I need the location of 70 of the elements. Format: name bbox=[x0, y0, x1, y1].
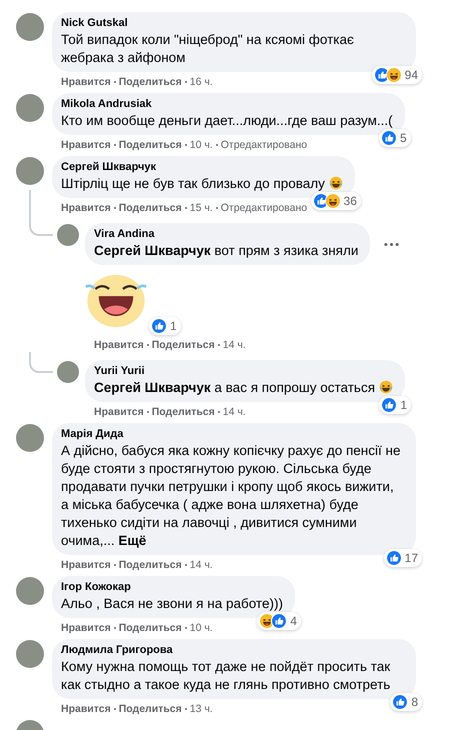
share-link[interactable]: Поделиться bbox=[152, 338, 215, 352]
comment-text: Штірліц ще не був так близько до провалу bbox=[61, 176, 325, 191]
timestamp[interactable]: 14 ч. bbox=[222, 405, 246, 419]
comment-text: Сергей Шкварчук а вас я попрошу остаться bbox=[94, 380, 376, 395]
comment-text: Той випадок коли "ніщеброд" на ксяомі фоткає жебрака з айфоном bbox=[61, 32, 354, 65]
reaction-count[interactable]: 36 bbox=[310, 192, 361, 210]
like-link[interactable]: Нравится bbox=[94, 338, 144, 352]
like-link[interactable]: Нравится bbox=[61, 621, 111, 635]
timestamp[interactable]: 10 ч. bbox=[190, 621, 213, 635]
avatar-image[interactable] bbox=[16, 424, 44, 452]
timestamp[interactable]: 15 ч. bbox=[190, 201, 213, 215]
laughing-sticker-drawing bbox=[85, 273, 147, 329]
like-link[interactable]: Нравится bbox=[61, 558, 111, 572]
comment-text: А дійсно, бабуся яка кожну копієчку рахує до пенсії не буде стояти з простягнутою рукою. Сільська буде продавати пучки петрушки і кропу щоб якось вижити, а міська бабусечка ( адже вона шляхетна) буде тихенько сидіти на лавочці , дивитися сумними очима,... Ещё bbox=[61, 443, 400, 548]
like-link[interactable]: Нравится bbox=[61, 702, 111, 716]
avatar-image[interactable] bbox=[16, 577, 44, 605]
timestamp[interactable]: 14 ч. bbox=[190, 558, 213, 572]
like-icon bbox=[392, 694, 408, 710]
laughing-emoji-icon bbox=[324, 193, 341, 209]
like-icon bbox=[386, 550, 402, 566]
avatar-image[interactable] bbox=[16, 13, 44, 41]
avatar-image[interactable] bbox=[16, 640, 44, 668]
like-icon bbox=[271, 613, 288, 629]
more-options-icon[interactable] bbox=[384, 242, 400, 246]
author-name[interactable]: Людмила Григорова bbox=[61, 643, 404, 658]
share-link[interactable]: Поделиться bbox=[118, 201, 182, 215]
author-name[interactable]: Марія Дида bbox=[61, 427, 404, 442]
like-link[interactable]: Нравится bbox=[61, 201, 111, 215]
avatar-image[interactable] bbox=[16, 94, 44, 122]
share-link[interactable]: Поделиться bbox=[152, 405, 215, 419]
timestamp[interactable]: 13 ч. bbox=[190, 702, 213, 716]
timestamp[interactable]: 16 ч. bbox=[190, 75, 213, 89]
see-more-link[interactable]: Ещё bbox=[118, 533, 146, 548]
avatar-image[interactable] bbox=[57, 361, 79, 383]
reaction-count[interactable]: 17 bbox=[384, 549, 422, 567]
reaction-count[interactable]: 8 bbox=[390, 693, 422, 711]
reaction-count[interactable]: 4 bbox=[257, 612, 301, 630]
share-link[interactable]: Поделиться bbox=[118, 138, 182, 152]
reaction-count[interactable]: 94 bbox=[372, 66, 422, 84]
laughing-emoji-icon bbox=[386, 67, 402, 83]
timestamp[interactable]: 10 ч. bbox=[190, 138, 213, 152]
reaction-count[interactable]: 1 bbox=[149, 317, 181, 335]
share-link[interactable]: Поделиться bbox=[118, 621, 182, 635]
avatar-image[interactable] bbox=[16, 157, 44, 185]
like-link[interactable]: Нравится bbox=[61, 75, 111, 89]
comment-text: Альо , Вася не звони я на работе))) bbox=[61, 596, 283, 611]
like-icon bbox=[380, 130, 397, 146]
reaction-count[interactable]: 1 bbox=[379, 396, 412, 414]
share-link[interactable]: Поделиться bbox=[118, 702, 182, 716]
like-icon bbox=[381, 397, 398, 413]
author-name[interactable]: Yurii Yurii bbox=[94, 364, 394, 379]
author-name[interactable]: Mikola Andrusiak bbox=[61, 97, 393, 112]
author-name[interactable]: Ігор Кожокар bbox=[61, 580, 283, 595]
timestamp[interactable]: 14 ч. bbox=[222, 338, 246, 352]
comment-text: Кто им вообще деньги дает...люди...где ваш разум...( bbox=[61, 113, 393, 128]
edited-label: Отредактировано bbox=[220, 138, 308, 152]
share-link[interactable]: Поделиться bbox=[118, 558, 182, 572]
comment-text: Сергей Шкварчук вот прям з язика зняли bbox=[94, 243, 358, 258]
avatar-image[interactable] bbox=[57, 224, 79, 246]
thread-line bbox=[29, 352, 53, 373]
author-name[interactable]: Nick Gutskal bbox=[61, 16, 404, 31]
share-link[interactable]: Поделиться bbox=[118, 75, 182, 89]
like-link[interactable]: Нравится bbox=[94, 405, 144, 419]
author-name[interactable]: Сергей Шкварчук bbox=[61, 160, 343, 175]
reaction-count[interactable]: 5 bbox=[378, 129, 411, 147]
author-name[interactable]: Vira Andina bbox=[94, 227, 358, 242]
like-icon bbox=[151, 318, 167, 334]
like-link[interactable]: Нравится bbox=[61, 138, 111, 152]
comment-text: Кому нужна помощь тот даже не пойдёт просить так как стыдно а такое куда не глянь противно смотреть bbox=[61, 659, 390, 692]
edited-label: Отредактировано bbox=[220, 201, 308, 215]
